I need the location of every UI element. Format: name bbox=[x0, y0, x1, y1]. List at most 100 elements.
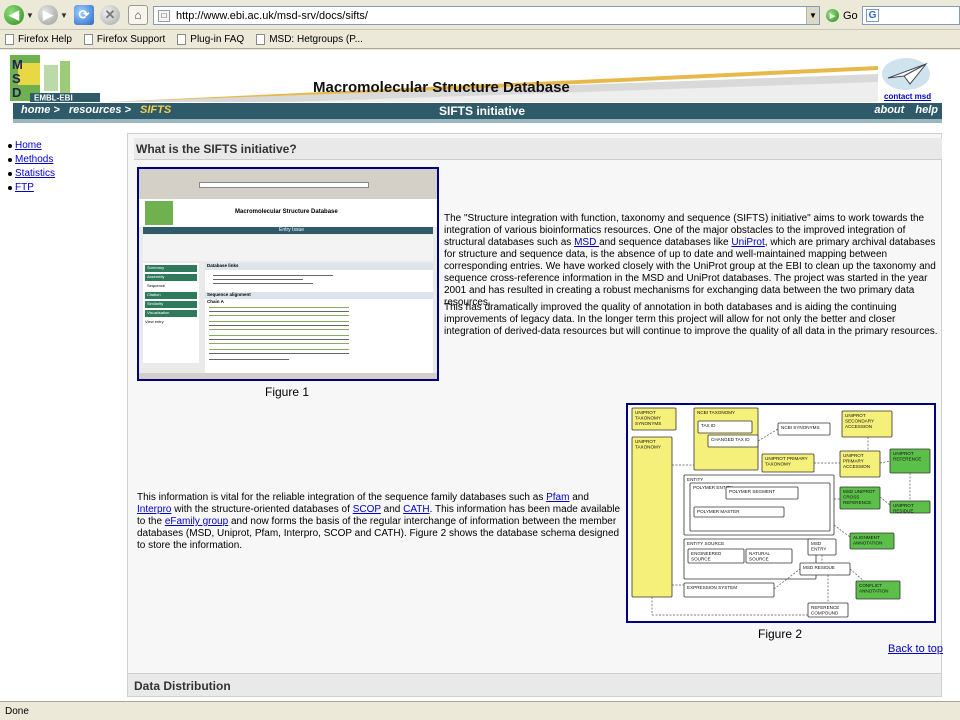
go-label: Go bbox=[843, 9, 858, 22]
bookmark-page-icon bbox=[5, 34, 14, 45]
figure1-side-item: Assembly bbox=[145, 274, 197, 281]
schema-box: CHANGED TAX ID bbox=[707, 434, 759, 448]
figure1-side-item: Visualisation bbox=[145, 310, 197, 317]
bookmarks-toolbar: Firefox Help Firefox Support Plug-in FAQ… bbox=[0, 31, 960, 49]
bullet-icon bbox=[8, 157, 12, 162]
figure1-text-line bbox=[213, 275, 333, 276]
go-button[interactable]: ▶ Go bbox=[826, 7, 858, 24]
figure1-align-line bbox=[209, 339, 349, 340]
figure1-align-line bbox=[209, 315, 349, 316]
figure1-align-line bbox=[209, 359, 289, 360]
uniprot-link[interactable]: UniProt bbox=[731, 237, 764, 248]
bullet-icon bbox=[8, 171, 12, 176]
page-title: SIFTS initiative bbox=[439, 104, 526, 118]
schema-box-label: TAX ID bbox=[701, 423, 716, 428]
schema-box-label: UNIPROT bbox=[893, 503, 914, 508]
msd-link[interactable]: MSD bbox=[574, 237, 599, 248]
back-arrow-icon: ◀ bbox=[4, 5, 24, 25]
schema-box-label: NATURAL bbox=[749, 551, 771, 556]
side-menu-item-statistics: Statistics bbox=[8, 167, 118, 180]
schema-box: REFERENCECOMPOUND bbox=[807, 602, 849, 618]
home-link[interactable]: Home bbox=[15, 140, 42, 151]
breadcrumb-sifts[interactable]: SIFTS bbox=[140, 104, 171, 116]
schema-box-label: REFERENCE bbox=[811, 605, 839, 610]
msd-embl-ebi-logo[interactable]: M S D EMBL-EBI bbox=[8, 53, 104, 103]
forward-button[interactable]: ▶ ▼ bbox=[38, 3, 68, 27]
schema-box-label: UNIPROT bbox=[893, 451, 914, 456]
paper-plane-icon[interactable] bbox=[880, 54, 932, 92]
schema-box-label: NCBI TAXONOMY bbox=[697, 410, 735, 415]
reload-button[interactable]: ⟳ bbox=[74, 3, 94, 27]
scop-link[interactable]: SCOP bbox=[353, 504, 381, 515]
schema-box-label: ALIGNMENT bbox=[853, 535, 880, 540]
figure1-align-line bbox=[209, 353, 349, 354]
help-link[interactable]: help bbox=[915, 104, 938, 116]
schema-box: ENGINEEREDSOURCE bbox=[687, 548, 745, 564]
bookmark-msd-hetgroups[interactable]: MSD: Hetgroups (P... bbox=[256, 34, 363, 45]
site-banner: M S D EMBL-EBI Macromolecular Structure … bbox=[0, 50, 960, 103]
section-heading-data-distribution: Data Distribution bbox=[127, 673, 942, 697]
url-text: http://www.ebi.ac.uk/msd-srv/docs/sifts/ bbox=[176, 9, 368, 22]
side-menu-item-methods: Methods bbox=[8, 153, 118, 166]
bookmark-plugin-faq[interactable]: Plug-in FAQ bbox=[177, 34, 244, 45]
schema-connector bbox=[833, 524, 851, 538]
about-link[interactable]: about bbox=[874, 104, 904, 116]
figure1-align-line bbox=[209, 307, 349, 308]
schema-connector bbox=[879, 496, 891, 506]
breadcrumb-resources[interactable]: resources > bbox=[69, 104, 131, 116]
figure1-entry-header bbox=[143, 235, 433, 261]
schema-box: UNIPROTSECONDARYACCESSION bbox=[841, 410, 893, 438]
schema-box: UNIPROTTAXONOMYSYNONYMS bbox=[631, 407, 677, 431]
url-history-dropdown-icon[interactable]: ▼ bbox=[806, 7, 819, 24]
figure-2-schema-diagram[interactable]: UNIPROT TAXONOMY SYNONYMS UNIPROT TAXONOMY NC… bbox=[626, 403, 936, 623]
home-icon: ⌂ bbox=[128, 5, 148, 25]
schema-box: TAX ID bbox=[697, 420, 753, 434]
figure1-text-line bbox=[213, 279, 303, 280]
schema-box-label: ANNOTATION bbox=[853, 541, 882, 546]
forward-dropdown-icon[interactable]: ▼ bbox=[60, 11, 68, 20]
schema-box: NATURALSOURCE bbox=[745, 548, 793, 564]
efamily-group-link[interactable]: eFamily group bbox=[165, 516, 228, 527]
schema-box-label: POLYMER SEGMENT bbox=[729, 489, 775, 494]
figure-1-screenshot[interactable]: Macromolecular Structure Database Entry … bbox=[137, 167, 439, 381]
figure1-text-line bbox=[213, 283, 313, 284]
bookmark-firefox-support[interactable]: Firefox Support bbox=[83, 34, 166, 45]
schema-box-label: SOURCE bbox=[691, 557, 711, 562]
schema-box-label: EXPRESSION SYSTEM bbox=[687, 585, 737, 590]
contact-msd-link[interactable]: contact msd bbox=[884, 92, 931, 101]
bookmark-firefox-help[interactable]: Firefox Help bbox=[5, 34, 72, 45]
stop-button[interactable]: ✕ bbox=[100, 3, 120, 27]
back-button[interactable]: ◀ ▼ bbox=[4, 3, 34, 27]
home-button[interactable]: ⌂ bbox=[128, 3, 148, 27]
schema-box-label: SECONDARY bbox=[845, 419, 874, 424]
bookmark-label: Firefox Support bbox=[96, 34, 166, 45]
search-input[interactable]: G bbox=[862, 6, 960, 25]
ftp-link[interactable]: FTP bbox=[15, 182, 34, 193]
statistics-link[interactable]: Statistics bbox=[15, 168, 55, 179]
schema-box-label: SYNONYMS bbox=[635, 421, 661, 426]
methods-link[interactable]: Methods bbox=[15, 154, 53, 165]
schema-connector bbox=[849, 568, 865, 582]
breadcrumb-home[interactable]: home > bbox=[21, 104, 60, 116]
schema-box-label: PRIMARY bbox=[843, 459, 864, 464]
interpro-link[interactable]: Interpro bbox=[137, 504, 171, 515]
figure-2-caption: Figure 2 bbox=[758, 627, 803, 641]
back-to-top-link[interactable]: Back to top bbox=[888, 643, 943, 655]
back-dropdown-icon[interactable]: ▼ bbox=[26, 11, 34, 20]
bullet-icon bbox=[8, 143, 12, 148]
pfam-link[interactable]: Pfam bbox=[546, 492, 569, 503]
url-bar[interactable]: □ http://www.ebi.ac.uk/msd-srv/docs/sift… bbox=[153, 6, 820, 25]
schema-box: UNIPROTRESIDUE bbox=[889, 500, 931, 514]
schema-box-label: UNIPROT PRIMARY bbox=[765, 456, 808, 461]
integration-paragraph: This information is vital for the reliab… bbox=[137, 492, 624, 552]
figure1-align-line bbox=[209, 325, 349, 326]
bookmark-page-icon bbox=[177, 34, 187, 45]
schema-box: UNIPROTREFERENCE bbox=[889, 448, 931, 474]
integration-text: and bbox=[380, 504, 404, 515]
figure1-align-line bbox=[209, 343, 349, 344]
schema-box-label: SOURCE bbox=[749, 557, 769, 562]
schema-box-label: RESIDUE bbox=[893, 509, 913, 514]
schema-box: POLYMER MASTER bbox=[693, 506, 785, 518]
schema-box-label: TAXONOMY bbox=[635, 445, 661, 450]
cath-link[interactable]: CATH bbox=[403, 504, 429, 515]
